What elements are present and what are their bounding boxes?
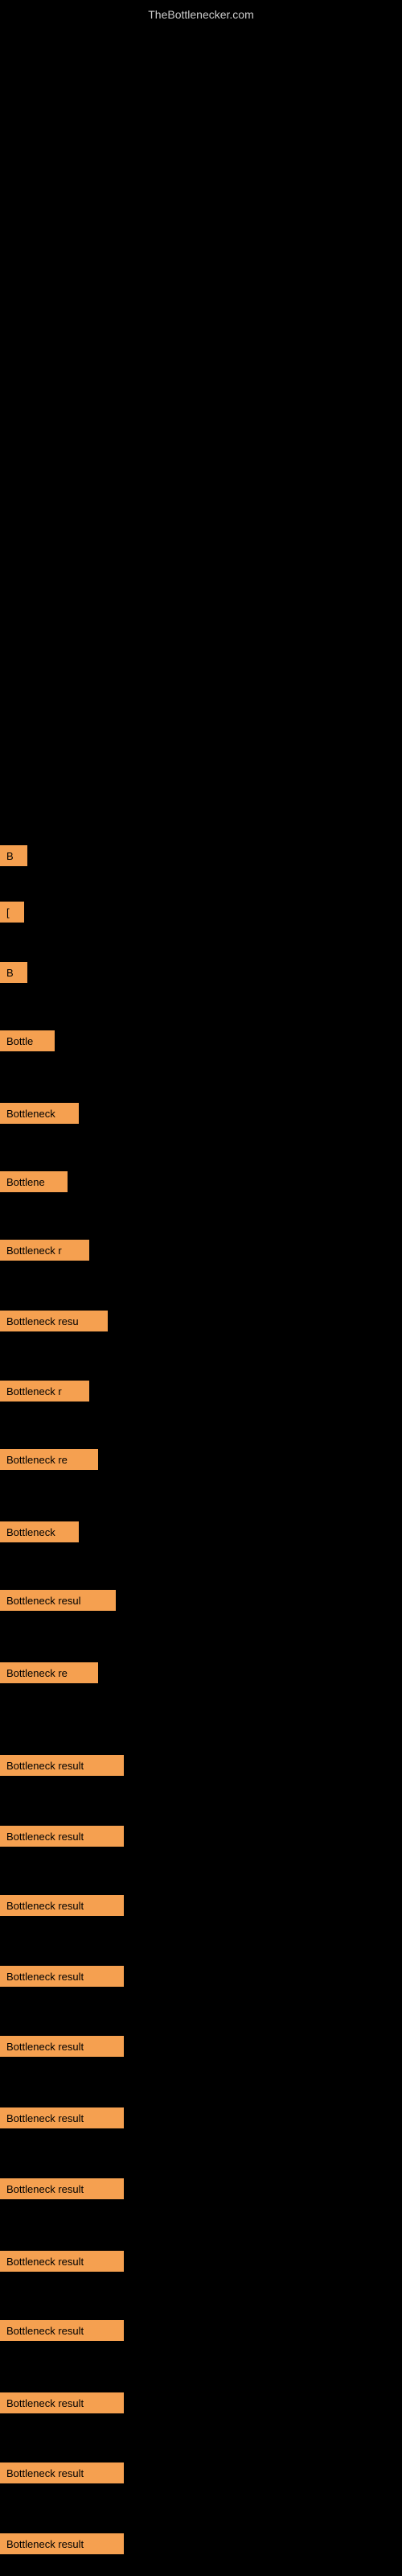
result-item-20[interactable]: Bottleneck result [0, 2178, 124, 2199]
site-title-text: TheBottlenecker.com [148, 8, 254, 21]
result-item-24[interactable]: Bottleneck result [0, 2462, 124, 2483]
result-item-18[interactable]: Bottleneck result [0, 2036, 124, 2057]
result-item-3[interactable]: B [0, 962, 27, 983]
result-item-21[interactable]: Bottleneck result [0, 2251, 124, 2272]
result-item-16[interactable]: Bottleneck result [0, 1895, 124, 1916]
result-item-1[interactable]: B [0, 845, 27, 866]
result-item-8[interactable]: Bottleneck resu [0, 1311, 108, 1331]
result-item-9[interactable]: Bottleneck r [0, 1381, 89, 1402]
result-item-17[interactable]: Bottleneck result [0, 1966, 124, 1987]
result-item-12[interactable]: Bottleneck resul [0, 1590, 116, 1611]
result-item-2[interactable]: [ [0, 902, 24, 923]
result-item-19[interactable]: Bottleneck result [0, 2107, 124, 2128]
site-title: TheBottlenecker.com [0, 0, 402, 25]
result-item-23[interactable]: Bottleneck result [0, 2392, 124, 2413]
result-item-10[interactable]: Bottleneck re [0, 1449, 98, 1470]
result-item-15[interactable]: Bottleneck result [0, 1826, 124, 1847]
result-item-4[interactable]: Bottle [0, 1030, 55, 1051]
result-item-5[interactable]: Bottleneck [0, 1103, 79, 1124]
result-item-22[interactable]: Bottleneck result [0, 2320, 124, 2341]
result-item-6[interactable]: Bottlene [0, 1171, 68, 1192]
result-item-14[interactable]: Bottleneck result [0, 1755, 124, 1776]
result-item-7[interactable]: Bottleneck r [0, 1240, 89, 1261]
result-item-13[interactable]: Bottleneck re [0, 1662, 98, 1683]
result-item-25[interactable]: Bottleneck result [0, 2533, 124, 2554]
result-item-11[interactable]: Bottleneck [0, 1521, 79, 1542]
